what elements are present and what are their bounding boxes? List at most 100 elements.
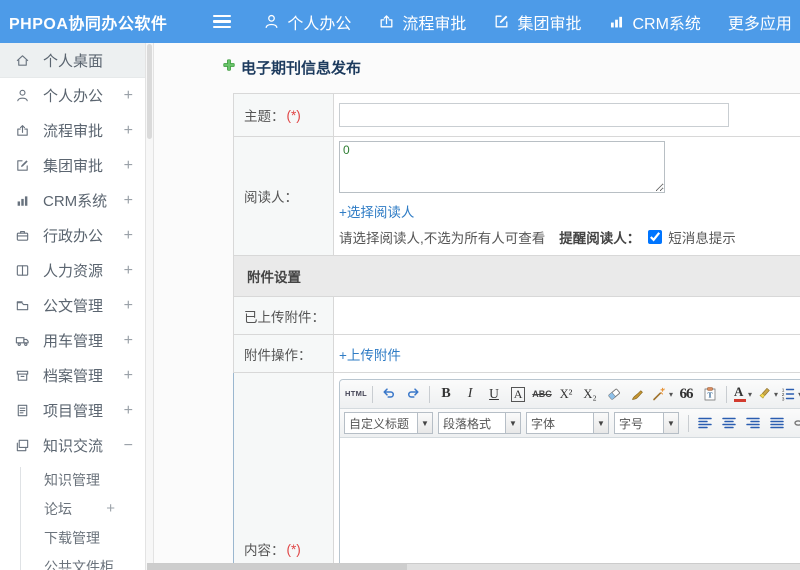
undo-button[interactable] <box>378 384 400 405</box>
editor-combo-2[interactable]: 段落格式 ▼ <box>438 412 521 434</box>
expand-plus-icon[interactable]: + <box>124 297 133 315</box>
readers-textarea[interactable]: 0 <box>339 141 665 193</box>
subscript-button[interactable]: X₂ <box>579 384 601 405</box>
upload-attachment-link[interactable]: +上传附件 <box>339 344 401 364</box>
toolbar-separator <box>726 385 728 403</box>
editor-toolbar-row1: HTMLBIUAABCX²X₂▾66TA▾▾123▾ <box>340 380 800 409</box>
combo-label: 字体 <box>531 416 556 431</box>
font-style-button[interactable]: A <box>507 384 529 405</box>
sidebar-scrollbar[interactable] <box>145 43 154 570</box>
sidebar-item-label: 公文管理 <box>43 298 104 315</box>
sidebar-item-1[interactable]: 个人桌面 <box>0 43 145 78</box>
expand-plus-icon[interactable]: + <box>124 122 133 140</box>
expand-plus-icon[interactable]: + <box>106 500 115 517</box>
sidebar-subitem-4[interactable]: 公共文件柜 <box>0 552 145 570</box>
sidebar-item-11[interactable]: 项目管理 + <box>0 393 145 428</box>
select-readers-link[interactable]: +选择阅读人 <box>339 205 414 220</box>
sidebar-item-8[interactable]: 公文管理 + <box>0 288 145 323</box>
sidebar-item-label: 人力资源 <box>43 263 104 280</box>
button-glyph: ABC <box>532 388 552 399</box>
nav-item-3[interactable]: 集团审批 <box>493 10 581 34</box>
sidebar-item-label: 个人办公 <box>43 88 104 105</box>
sidebar-item-3[interactable]: 流程审批 + <box>0 113 145 148</box>
caret-down-icon[interactable]: ▼ <box>593 413 608 433</box>
attachment-ops-label-cell: 附件操作： <box>234 335 334 372</box>
link-button[interactable] <box>790 413 800 434</box>
paste-as-text-button[interactable]: T <box>699 384 721 405</box>
sidebar-item-7[interactable]: 人力资源 + <box>0 253 145 288</box>
editor-content-area[interactable] <box>340 438 800 570</box>
user-icon <box>263 13 280 30</box>
nav-item-4[interactable]: CRM系统 <box>608 10 701 34</box>
nav-item-label: 个人办公 <box>287 15 352 33</box>
sidebar-subitem-1[interactable]: 知识管理 <box>0 465 145 494</box>
expand-plus-icon[interactable]: + <box>124 332 133 350</box>
combo-label: 字号 <box>619 416 644 431</box>
highlight-color-button[interactable]: ▾ <box>756 384 778 405</box>
subject-label-cell: 主题： (*) <box>234 94 334 136</box>
sms-notify-checkbox[interactable] <box>648 230 663 244</box>
nav-item-label: 更多应用 <box>727 15 792 33</box>
subject-input[interactable] <box>339 103 729 127</box>
subject-label: 主题： <box>244 109 285 124</box>
strikethrough-button[interactable]: ABC <box>531 384 553 405</box>
superscript-button[interactable]: X² <box>555 384 577 405</box>
sidebar-item-2[interactable]: 个人办公 + <box>0 78 145 113</box>
sidebar-item-6[interactable]: 行政办公 + <box>0 218 145 253</box>
sidebar-item-9[interactable]: 用车管理 + <box>0 323 145 358</box>
caret-down-icon[interactable]: ▼ <box>663 413 678 433</box>
redo-icon <box>405 386 421 402</box>
attachment-section-header: 附件设置 <box>233 256 800 297</box>
bold-button[interactable]: B <box>435 384 457 405</box>
caret-down-icon[interactable]: ▼ <box>417 413 432 433</box>
expand-plus-icon[interactable]: + <box>124 402 133 420</box>
align-justify-icon <box>769 415 785 431</box>
folder-icon <box>15 298 30 313</box>
sidebar-subitem-3[interactable]: 下载管理 <box>0 523 145 552</box>
format-painter-button[interactable] <box>627 384 649 405</box>
horizontal-scrollbar-thumb[interactable] <box>147 564 407 570</box>
content-label-cell: 内容： (*) <box>234 373 334 570</box>
sidebar-item-4[interactable]: 集团审批 + <box>0 148 145 183</box>
sidebar-item-5[interactable]: CRM系统 + <box>0 183 145 218</box>
hamburger-menu-icon[interactable] <box>209 11 235 33</box>
expand-plus-icon[interactable]: + <box>124 192 133 210</box>
expand-plus-icon[interactable]: + <box>124 262 133 280</box>
align-justify-button[interactable] <box>766 413 788 434</box>
editor-combo-3[interactable]: 字体 ▼ <box>526 412 609 434</box>
underline-button[interactable]: U <box>483 384 505 405</box>
eraser-button[interactable] <box>603 384 625 405</box>
rich-text-editor: HTMLBIUAABCX²X₂▾66TA▾▾123▾ 自定义标题▼段落格式▼字体… <box>339 379 800 570</box>
sidebar-item-label: 集团审批 <box>43 158 104 175</box>
align-left-button[interactable] <box>694 413 716 434</box>
button-glyph: 66 <box>679 385 694 402</box>
italic-button[interactable]: I <box>459 384 481 405</box>
html-source-button[interactable]: HTML <box>345 384 367 405</box>
sidebar-subitem-2[interactable]: 论坛 + <box>0 494 145 523</box>
editor-combo-4[interactable]: 字号 ▼ <box>614 412 679 434</box>
nav-item-2[interactable]: 流程审批 <box>378 10 466 34</box>
blockquote-button[interactable]: 66 <box>675 384 697 405</box>
collapse-minus-icon[interactable]: − <box>124 437 133 455</box>
sidebar-scrollbar-thumb[interactable] <box>147 44 152 139</box>
subject-cell <box>334 94 800 136</box>
align-center-button[interactable] <box>718 413 740 434</box>
caret-down-icon[interactable]: ▼ <box>505 413 520 433</box>
nav-item-1[interactable]: 个人办公 <box>263 10 351 34</box>
expand-plus-icon[interactable]: + <box>124 87 133 105</box>
topbar: PHPOA协同办公软件 个人办公 流程审批 集团审批 CRM系统 更多应用▼ <box>0 0 800 43</box>
horizontal-scrollbar[interactable] <box>147 563 800 570</box>
expand-plus-icon[interactable]: + <box>124 227 133 245</box>
ordered-list-button[interactable]: 123▾ <box>780 384 800 405</box>
autotypeset-button[interactable]: ▾ <box>651 384 673 405</box>
align-right-button[interactable] <box>742 413 764 434</box>
sidebar-item-10[interactable]: 档案管理 + <box>0 358 145 393</box>
nav-item-5[interactable]: 更多应用▼ <box>728 10 800 34</box>
editor-combo-1[interactable]: 自定义标题 ▼ <box>344 412 433 434</box>
expand-plus-icon[interactable]: + <box>124 367 133 385</box>
expand-plus-icon[interactable]: + <box>124 157 133 175</box>
font-color-button[interactable]: A ▾ <box>732 384 754 405</box>
sidebar-item-12[interactable]: 知识交流 − <box>0 428 145 463</box>
align-center-icon <box>721 415 737 431</box>
redo-button[interactable] <box>402 384 424 405</box>
